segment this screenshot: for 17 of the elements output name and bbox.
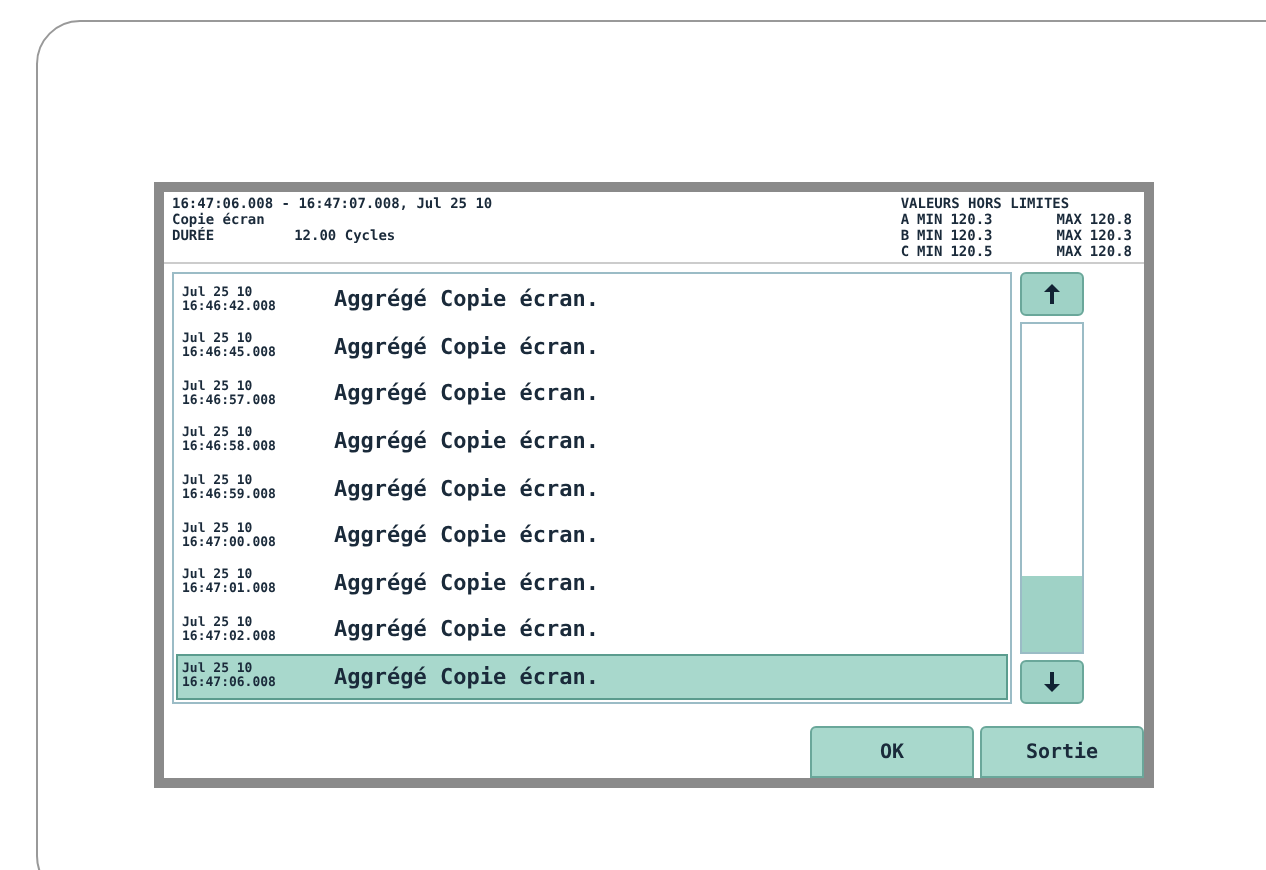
event-text: Aggrégé Copie écran. bbox=[334, 475, 599, 502]
scroll-track[interactable] bbox=[1020, 322, 1084, 654]
event-text: Aggrégé Copie écran. bbox=[334, 522, 599, 549]
event-text: Aggrégé Copie écran. bbox=[334, 286, 599, 313]
event-text: Aggrégé Copie écran. bbox=[334, 427, 599, 454]
event-text: Aggrégé Copie écran. bbox=[334, 380, 599, 407]
scroll-down-button[interactable] bbox=[1020, 660, 1084, 704]
scroll-thumb[interactable] bbox=[1022, 576, 1082, 652]
exit-button[interactable]: Sortie bbox=[980, 726, 1144, 778]
event-text: Aggrégé Copie écran. bbox=[334, 333, 599, 360]
down-arrow-icon bbox=[1044, 672, 1060, 692]
event-text: Aggrégé Copie écran. bbox=[334, 663, 599, 690]
event-text: Aggrégé Copie écran. bbox=[334, 569, 599, 596]
up-arrow-icon bbox=[1044, 284, 1060, 304]
event-text: Aggrégé Copie écran. bbox=[334, 616, 599, 643]
ok-button[interactable]: OK bbox=[810, 726, 974, 778]
scroll-up-button[interactable] bbox=[1020, 272, 1084, 316]
